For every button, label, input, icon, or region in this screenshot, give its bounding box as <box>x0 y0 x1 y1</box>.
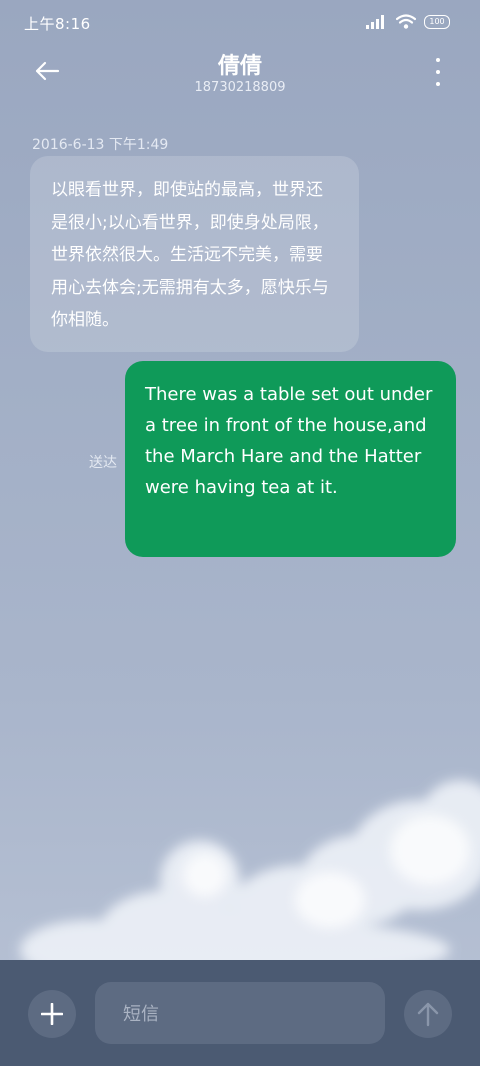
arrow-up-icon <box>417 1002 439 1027</box>
conversation-header: 倩倩 18730218809 <box>0 46 480 106</box>
more-dot-icon <box>436 82 440 86</box>
message-input-placeholder: 短信 <box>123 1004 159 1025</box>
wifi-icon <box>396 14 416 29</box>
more-dot-icon <box>436 58 440 62</box>
composer-bar: 短信 <box>0 960 480 1066</box>
status-bar: 上午8:16 100 <box>0 0 480 46</box>
contact-name: 倩倩 <box>217 54 262 79</box>
received-message-bubble[interactable]: 以眼看世界，即使站的最高，世界还是很小;以心看世界，即使身处局限，世界依然很大。… <box>30 156 359 352</box>
received-message-text: 以眼看世界，即使站的最高，世界还是很小;以心看世界，即使身处局限，世界依然很大。… <box>51 180 329 330</box>
message-timestamp: 2016-6-13 下午1:49 <box>32 137 169 153</box>
send-button[interactable] <box>404 990 452 1038</box>
status-icons: 100 <box>366 14 450 29</box>
plus-icon <box>41 1003 63 1025</box>
message-input[interactable]: 短信 <box>95 982 385 1044</box>
add-attachment-button[interactable] <box>28 990 76 1038</box>
contact-number: 18730218809 <box>194 80 286 95</box>
clouds-background <box>20 780 480 970</box>
battery-icon: 100 <box>424 14 450 29</box>
signal-icon <box>366 14 384 29</box>
status-time: 上午8:16 <box>24 15 91 33</box>
battery-level: 100 <box>429 17 445 26</box>
sent-message-text: There was a table set out under a tree i… <box>145 384 433 498</box>
sent-message-bubble[interactable]: There was a table set out under a tree i… <box>125 361 456 557</box>
delivery-status: 送达 <box>89 455 117 471</box>
conversation-screen: 上午8:16 100 倩倩 18730218809 2016-6-13 下午1:… <box>0 0 480 1066</box>
more-options-button[interactable] <box>430 58 446 86</box>
more-dot-icon <box>436 70 440 74</box>
